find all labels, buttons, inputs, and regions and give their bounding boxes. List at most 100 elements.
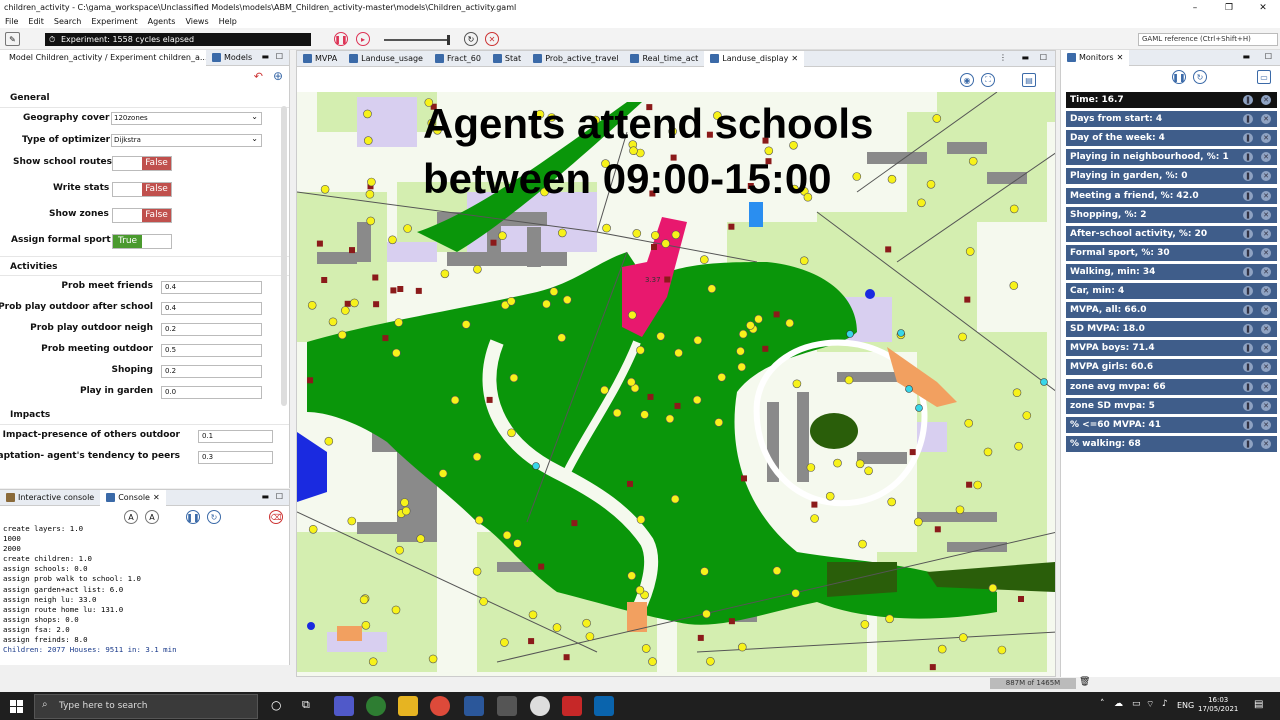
menu-file[interactable]: File xyxy=(0,15,23,28)
close-icon[interactable]: ✕ xyxy=(1117,50,1124,66)
view-menu-icon[interactable]: ⋮ xyxy=(999,53,1007,62)
language-indicator[interactable]: ENG xyxy=(1177,701,1194,710)
console-font-icon[interactable]: A xyxy=(124,510,138,524)
monitor-pause-icon[interactable]: ❚ xyxy=(1243,95,1253,105)
param-value-input[interactable]: 0.4 xyxy=(161,281,262,294)
monitor-pause-icon[interactable]: ❚ xyxy=(1243,190,1253,201)
monitor-pause-icon[interactable]: ❚ xyxy=(1243,286,1253,296)
monitor-pause-icon[interactable]: ❚ xyxy=(1243,133,1253,144)
school-routes-toggle[interactable]: False xyxy=(112,156,172,171)
tab-display-mvpa[interactable]: MVPA xyxy=(297,51,343,67)
trash-icon[interactable]: 🗑 xyxy=(1079,677,1090,687)
monitor-pause-icon[interactable]: ❚ xyxy=(1243,324,1253,335)
outlook-icon[interactable] xyxy=(594,696,614,716)
param-value-input[interactable]: 0.2 xyxy=(161,323,262,336)
monitor-pause-icon[interactable]: ❚ xyxy=(1243,305,1253,316)
monitor-pause-icon[interactable]: ❚ xyxy=(1243,343,1253,354)
monitor-close-icon[interactable]: ✕ xyxy=(1261,171,1271,182)
speed-slider-knob[interactable] xyxy=(447,35,450,45)
console-font-size-icon[interactable]: A xyxy=(145,510,159,524)
word-icon[interactable] xyxy=(464,696,484,716)
minimize-view-icon[interactable]: ▬ xyxy=(1021,53,1029,62)
step-icon[interactable]: ▸ xyxy=(356,32,370,46)
reload-icon[interactable]: ↻ xyxy=(464,32,478,46)
tab-display-landuse-display[interactable]: Landuse_display ✕ xyxy=(704,50,805,67)
monitor-close-icon[interactable]: ✕ xyxy=(1261,95,1271,105)
monitor-pause-icon[interactable]: ❚ xyxy=(1243,381,1253,392)
monitor-close-icon[interactable]: ✕ xyxy=(1261,152,1271,163)
tab-display-stat[interactable]: Stat xyxy=(487,51,527,67)
monitor-pause-icon[interactable]: ❚ xyxy=(1243,209,1253,220)
gaml-reference-search[interactable]: GAML reference (Ctrl+Shift+H) xyxy=(1138,33,1278,46)
tab-display-landuse-usage[interactable]: Landuse_usage xyxy=(343,51,429,67)
zoom-fit-icon[interactable]: ◉ xyxy=(960,73,974,87)
display-tray-icon[interactable]: ▭ xyxy=(1132,699,1141,709)
close-window-button[interactable]: ✕ xyxy=(1246,0,1280,15)
edit-model-icon[interactable]: ✎ xyxy=(5,32,20,46)
tab-console[interactable]: Console ✕ xyxy=(100,489,166,506)
monitor-close-icon[interactable]: ✕ xyxy=(1261,419,1271,430)
console-pause-icon[interactable]: ❚❚ xyxy=(186,510,200,524)
tab-monitors[interactable]: Monitors ✕ xyxy=(1061,49,1130,66)
menu-help[interactable]: Help xyxy=(214,15,242,28)
monitor-close-icon[interactable]: ✕ xyxy=(1261,343,1271,354)
minimize-view-icon[interactable]: ▬ xyxy=(1242,52,1250,61)
maximize-view-icon[interactable]: ☐ xyxy=(276,492,283,501)
stop-icon[interactable]: ✕ xyxy=(485,32,499,46)
monitor-close-icon[interactable]: ✕ xyxy=(1261,381,1271,392)
close-icon[interactable]: ✕ xyxy=(153,490,160,506)
section-impacts[interactable]: Impacts xyxy=(0,405,289,425)
menu-agents[interactable]: Agents xyxy=(143,15,181,28)
param-value-input[interactable]: 0.4 xyxy=(161,302,262,315)
monitor-pause-icon[interactable]: ❚ xyxy=(1243,247,1253,258)
tab-parameters[interactable]: Model Children_activity / Experiment chi… xyxy=(0,49,206,66)
monitor-close-icon[interactable]: ✕ xyxy=(1261,400,1271,411)
maximize-view-icon[interactable]: ☐ xyxy=(1265,52,1272,61)
monitor-pause-icon[interactable]: ❚ xyxy=(1243,228,1253,239)
show-zones-toggle[interactable]: False xyxy=(112,208,172,223)
menu-experiment[interactable]: Experiment xyxy=(86,15,142,28)
geography-select[interactable]: 120zones xyxy=(111,111,262,125)
minimize-button[interactable]: – xyxy=(1178,0,1212,15)
task-view-icon[interactable]: ⧉ xyxy=(302,698,310,712)
parameters-scroll-area[interactable]: ↶ ⊕ General Geography cover 120zones Typ… xyxy=(0,66,289,488)
minimize-view-icon[interactable]: ▬ xyxy=(261,52,269,61)
monitor-close-icon[interactable]: ✕ xyxy=(1261,190,1271,201)
wifi-icon[interactable]: ⌔ xyxy=(1146,699,1154,710)
monitor-close-icon[interactable]: ✕ xyxy=(1261,247,1271,258)
monitors-refresh-icon[interactable]: ↻ xyxy=(1193,70,1207,84)
file-explorer-icon[interactable] xyxy=(398,696,418,716)
monitor-close-icon[interactable]: ✕ xyxy=(1261,266,1271,277)
monitor-close-icon[interactable]: ✕ xyxy=(1261,438,1271,449)
monitor-pause-icon[interactable]: ❚ xyxy=(1243,400,1253,411)
tab-display-prob-active-travel[interactable]: Prob_active_travel xyxy=(527,51,624,67)
param-value-input[interactable]: 0.3 xyxy=(198,451,273,464)
acrobat-icon[interactable] xyxy=(562,696,582,716)
parameters-scrollbar[interactable] xyxy=(281,106,287,406)
layers-icon[interactable]: ▤ xyxy=(1022,73,1036,87)
add-icon[interactable]: ⊕ xyxy=(273,69,283,83)
param-value-input[interactable]: 0.1 xyxy=(198,430,273,443)
menu-search[interactable]: Search xyxy=(49,15,86,28)
tab-interactive-console[interactable]: Interactive console xyxy=(0,490,100,506)
tab-models[interactable]: Models xyxy=(206,50,258,66)
maximize-view-icon[interactable]: ☐ xyxy=(1040,53,1047,62)
monitor-close-icon[interactable]: ✕ xyxy=(1261,286,1271,296)
section-activities[interactable]: Activities xyxy=(0,256,289,276)
gama-app-icon[interactable] xyxy=(497,696,517,716)
windows-start-icon[interactable] xyxy=(10,700,23,713)
param-value-input[interactable]: 0.2 xyxy=(161,365,262,378)
monitors-pause-icon[interactable]: ❚❚ xyxy=(1172,70,1186,84)
menu-edit[interactable]: Edit xyxy=(23,15,49,28)
volume-icon[interactable]: ♪ xyxy=(1162,699,1168,709)
param-value-input[interactable]: 0.0 xyxy=(161,386,262,399)
monitor-pause-icon[interactable]: ❚ xyxy=(1243,438,1253,449)
monitor-pause-icon[interactable]: ❚ xyxy=(1243,362,1253,373)
optimizer-select[interactable]: Dijkstra xyxy=(111,133,262,147)
section-general[interactable]: General xyxy=(0,88,289,108)
tray-chevron-icon[interactable]: ˄ xyxy=(1100,699,1105,709)
monitor-close-icon[interactable]: ✕ xyxy=(1261,324,1271,335)
browser-icon[interactable] xyxy=(530,696,550,716)
chrome-icon[interactable] xyxy=(430,696,450,716)
monitor-close-icon[interactable]: ✕ xyxy=(1261,305,1271,316)
